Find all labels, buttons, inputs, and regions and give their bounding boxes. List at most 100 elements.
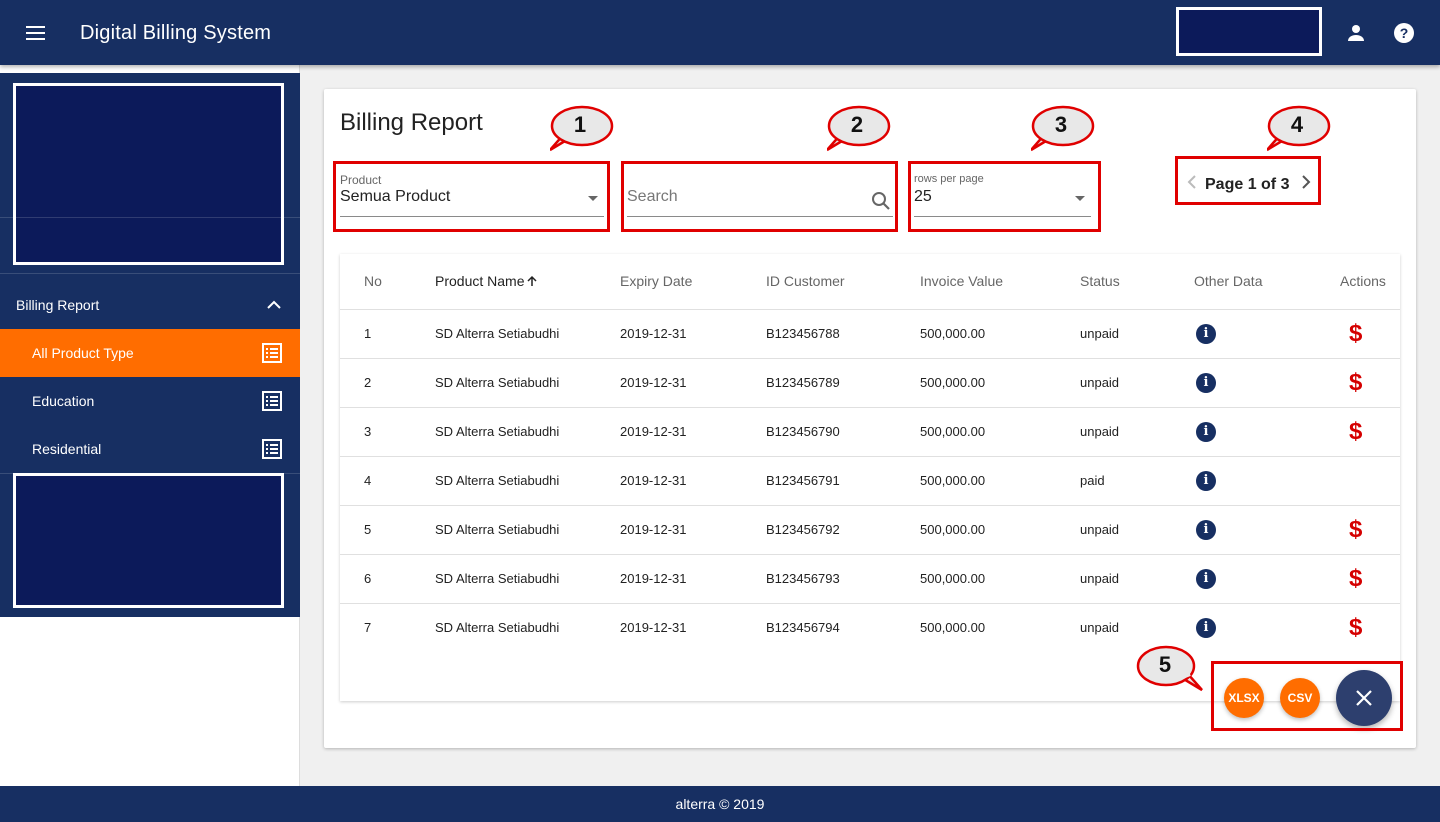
dropdown-arrow-icon [588, 196, 598, 201]
cell-status: unpaid [1080, 620, 1120, 636]
cell-no: 1 [340, 309, 435, 359]
list-alt-icon [262, 439, 282, 459]
export-xlsx-button[interactable]: XLSX [1224, 678, 1264, 718]
dollar-icon[interactable]: $ [1349, 517, 1362, 542]
field-underline [914, 216, 1091, 217]
sidebar-group-billing-report[interactable]: Billing Report [0, 281, 300, 329]
cell-other-data: i [1194, 358, 1320, 408]
product-select[interactable]: Product Semua Product [340, 173, 604, 217]
cell-actions: $ [1320, 407, 1400, 457]
chevron-left-icon[interactable] [1186, 174, 1200, 190]
info-icon[interactable]: i [1196, 470, 1216, 491]
table-row: 2 SD Alterra Setiabudhi 2019-12-31 B1234567… [340, 358, 1400, 408]
cell-id-customer: B123456790 [766, 407, 920, 457]
sidebar-item-all-product-type[interactable]: All Product Type [0, 329, 300, 377]
cell-actions: $ [1320, 554, 1400, 604]
cell-id-customer: B123456792 [766, 505, 920, 555]
search-input[interactable] [627, 185, 857, 209]
cell-invoice-value: 500,000.00 [920, 456, 1080, 506]
cell-no: 3 [340, 407, 435, 457]
column-header-actions: Actions [1320, 254, 1400, 310]
page-indicator: Page 1 of 3 [1205, 176, 1290, 193]
table-header-row: No Product Name Expiry Date ID Customer … [340, 254, 1400, 310]
cell-id-customer: B123456788 [766, 309, 920, 359]
chevron-up-icon [267, 300, 281, 309]
cell-expiry-date: 2019-12-31 [620, 620, 687, 636]
cell-product-name: SD Alterra Setiabudhi [435, 554, 620, 604]
help-icon[interactable]: ? [1392, 21, 1416, 45]
product-select-value: Semua Product [340, 188, 451, 205]
column-header-status[interactable]: Status [1080, 254, 1194, 310]
cell-id-customer: B123456793 [766, 554, 920, 604]
cell-actions: $ [1320, 603, 1400, 652]
person-icon[interactable] [1344, 21, 1368, 45]
cell-other-data: i [1194, 407, 1320, 457]
cell-no: 6 [340, 554, 435, 604]
cell-status: paid [1080, 456, 1194, 506]
cell-no: 7 [364, 620, 372, 636]
column-header-no[interactable]: No [340, 254, 435, 310]
column-header-invoice-value[interactable]: Invoice Value [920, 254, 1080, 310]
menu-icon[interactable] [24, 21, 48, 45]
cell-actions [1320, 456, 1400, 506]
cell-no: 4 [340, 456, 435, 506]
sidebar-item-education[interactable]: Education [0, 377, 300, 425]
cell-id-customer: B123456794 [766, 620, 840, 636]
field-underline [627, 216, 893, 217]
table-row: 1 SD Alterra Setiabudhi 2019-12-31 B1234567… [340, 309, 1400, 359]
cell-invoice-value: 500,000.00 [920, 309, 1080, 359]
cell-other-data: i [1194, 554, 1320, 604]
sidebar-group-label: Billing Report [16, 297, 100, 313]
export-csv-button[interactable]: CSV [1280, 678, 1320, 718]
cell-expiry-date: 2019-12-31 [620, 358, 766, 408]
dollar-icon[interactable]: $ [1349, 419, 1362, 444]
sidebar-top-placeholder [13, 83, 284, 265]
sidebar-item-label: Residential [32, 441, 102, 457]
search-field [627, 173, 893, 217]
divider [0, 217, 300, 218]
footer: alterra © 2019 [0, 786, 1440, 822]
info-icon[interactable]: i [1196, 372, 1216, 393]
column-header-expiry-date[interactable]: Expiry Date [620, 254, 766, 310]
cell-status: unpaid [1080, 407, 1194, 457]
sidebar-item-label: All Product Type [32, 345, 134, 361]
cell-no: 2 [340, 358, 435, 408]
dollar-icon[interactable]: $ [1349, 566, 1362, 591]
dollar-icon[interactable]: $ [1349, 321, 1362, 346]
search-icon[interactable] [871, 191, 891, 211]
cell-actions: $ [1320, 505, 1400, 555]
cell-expiry-date: 2019-12-31 [620, 456, 766, 506]
sidebar-item-label: Education [32, 393, 95, 409]
info-icon[interactable]: i [1196, 617, 1216, 638]
billing-report-card: Billing Report Product Semua Product row… [324, 89, 1416, 748]
table-row: 7 SD Alterra Setiabudhi 2019-12-31 B1234567… [340, 603, 1400, 652]
pagination: Page 1 of 3 [1182, 168, 1318, 198]
cell-other-data: i [1194, 603, 1320, 652]
divider [0, 273, 300, 274]
dollar-icon[interactable]: $ [1349, 615, 1362, 640]
cell-no: 5 [340, 505, 435, 555]
cell-invoice-value: 500,000.00 [920, 620, 986, 636]
info-icon[interactable]: i [1196, 568, 1216, 589]
sidebar-panel: Billing Report All Product Type Educatio… [0, 73, 300, 617]
app-title: Digital Billing System [80, 22, 272, 44]
table-row: 3 SD Alterra Setiabudhi 2019-12-31 B1234567… [340, 407, 1400, 457]
export-close-button[interactable] [1336, 670, 1392, 726]
billing-table-container: No Product Name Expiry Date ID Customer … [340, 254, 1400, 701]
info-icon[interactable]: i [1196, 421, 1216, 442]
cell-invoice-value: 500,000.00 [920, 407, 1080, 457]
column-header-id-customer[interactable]: ID Customer [766, 254, 920, 310]
field-underline [340, 216, 604, 217]
table-row: 5 SD Alterra Setiabudhi 2019-12-31 B1234567… [340, 505, 1400, 555]
column-header-product-name[interactable]: Product Name [435, 254, 620, 310]
cell-id-customer: B123456791 [766, 456, 920, 506]
sidebar-item-residential[interactable]: Residential [0, 425, 300, 473]
chevron-right-icon[interactable] [1298, 174, 1312, 190]
cell-invoice-value: 500,000.00 [920, 554, 1080, 604]
dollar-icon[interactable]: $ [1349, 370, 1362, 395]
cell-actions: $ [1320, 309, 1400, 359]
cell-expiry-date: 2019-12-31 [620, 554, 766, 604]
rows-per-page-select[interactable]: rows per page 25 [914, 173, 1091, 217]
info-icon[interactable]: i [1196, 519, 1216, 540]
info-icon[interactable]: i [1196, 323, 1216, 344]
